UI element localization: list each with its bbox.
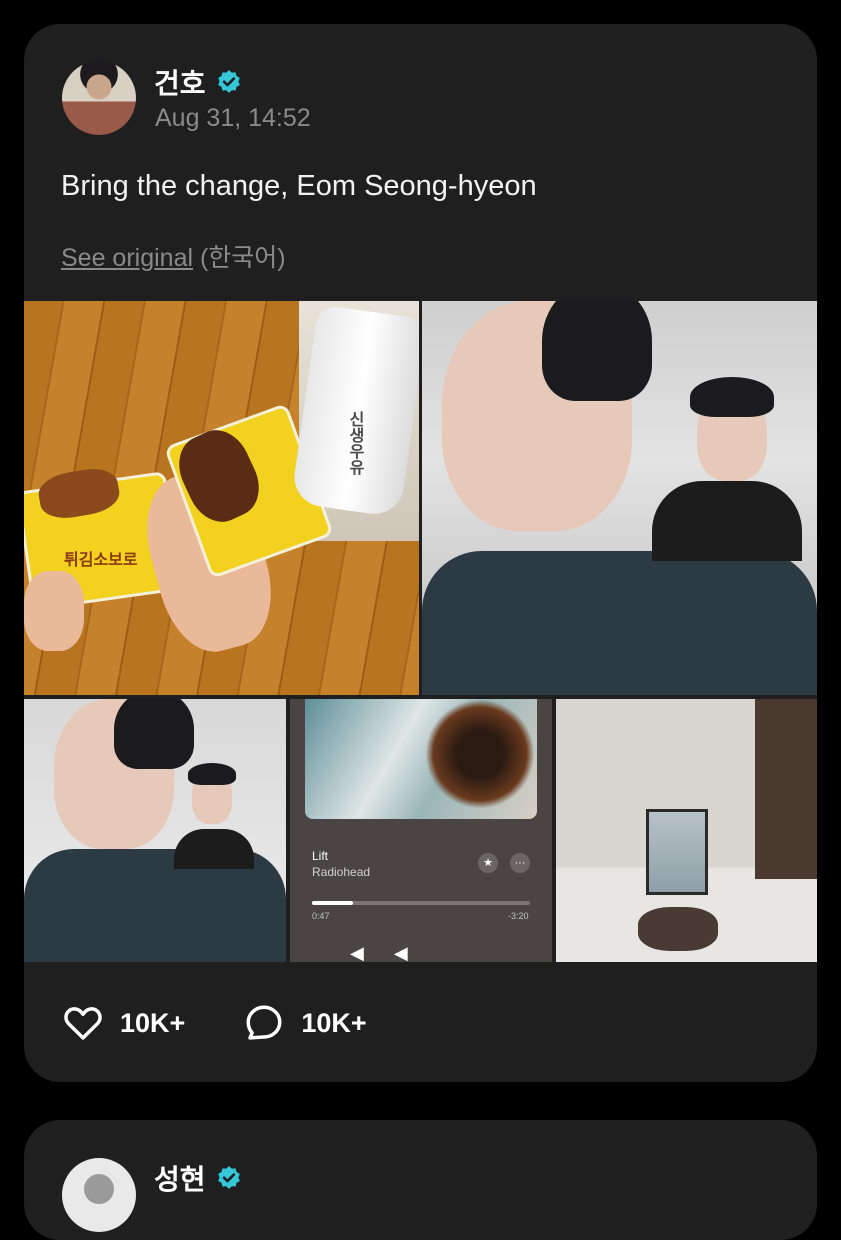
original-language: (한국어): [199, 244, 286, 272]
see-original-link[interactable]: See original: [61, 244, 193, 272]
song-title: Lift: [312, 849, 329, 863]
dog-room-photo[interactable]: [556, 699, 817, 962]
song-progress-bar: [312, 901, 530, 905]
post-body: Bring the change, Eom Seong-hyeon: [61, 170, 537, 202]
playback-controls: ◀◀ ❚❚ ▶▶: [350, 943, 438, 962]
selfie-photo[interactable]: [422, 301, 817, 695]
like-count: 10K+: [120, 1007, 186, 1038]
comment-count: 10K+: [301, 1007, 367, 1038]
remaining-time: -3:20: [508, 911, 529, 921]
star-icon: ★: [478, 853, 498, 873]
next-author-name[interactable]: 성현: [154, 1158, 206, 1198]
author-row: 건호: [154, 62, 242, 102]
snack-label: 튀김소보로: [64, 552, 138, 569]
next-post-card: 성현: [24, 1120, 817, 1240]
verified-badge-icon: [217, 1166, 240, 1189]
post-timestamp: Aug 31, 14:52: [155, 104, 311, 132]
next-author-avatar[interactable]: [62, 1158, 136, 1232]
like-button[interactable]: 10K+: [62, 1002, 185, 1044]
author-name[interactable]: 건호: [154, 62, 206, 102]
snack-photo[interactable]: 튀김소보로 신생우유: [24, 301, 419, 695]
translation-row: See original (한국어): [61, 238, 286, 274]
elapsed-time: 0:47: [312, 911, 330, 921]
comment-bubble-icon: [246, 1005, 282, 1040]
music-player-screenshot[interactable]: Lift Radiohead ★ ··· 0:47 -3:20 ◀◀ ❚❚ ▶▶: [290, 699, 552, 962]
bottle-label: 신생우유: [346, 411, 363, 475]
more-icon: ···: [510, 853, 530, 873]
song-artist: Radiohead: [312, 865, 371, 879]
selfie-photo-2[interactable]: [24, 699, 286, 962]
album-art: [305, 699, 537, 819]
comment-button[interactable]: 10K+: [243, 1002, 367, 1044]
post-card: 건호 Aug 31, 14:52 Bring the change, Eom S…: [24, 24, 817, 1082]
photo-gallery: 튀김소보로 신생우유 Lift Radiohead ★ ··· 0:47 -3:…: [24, 301, 817, 962]
post-actions: 10K+ 10K+: [62, 1002, 425, 1044]
heart-icon: [64, 1007, 102, 1040]
verified-badge-icon: [217, 70, 240, 93]
next-author-row: 성현: [154, 1158, 242, 1198]
author-avatar[interactable]: [62, 61, 136, 135]
